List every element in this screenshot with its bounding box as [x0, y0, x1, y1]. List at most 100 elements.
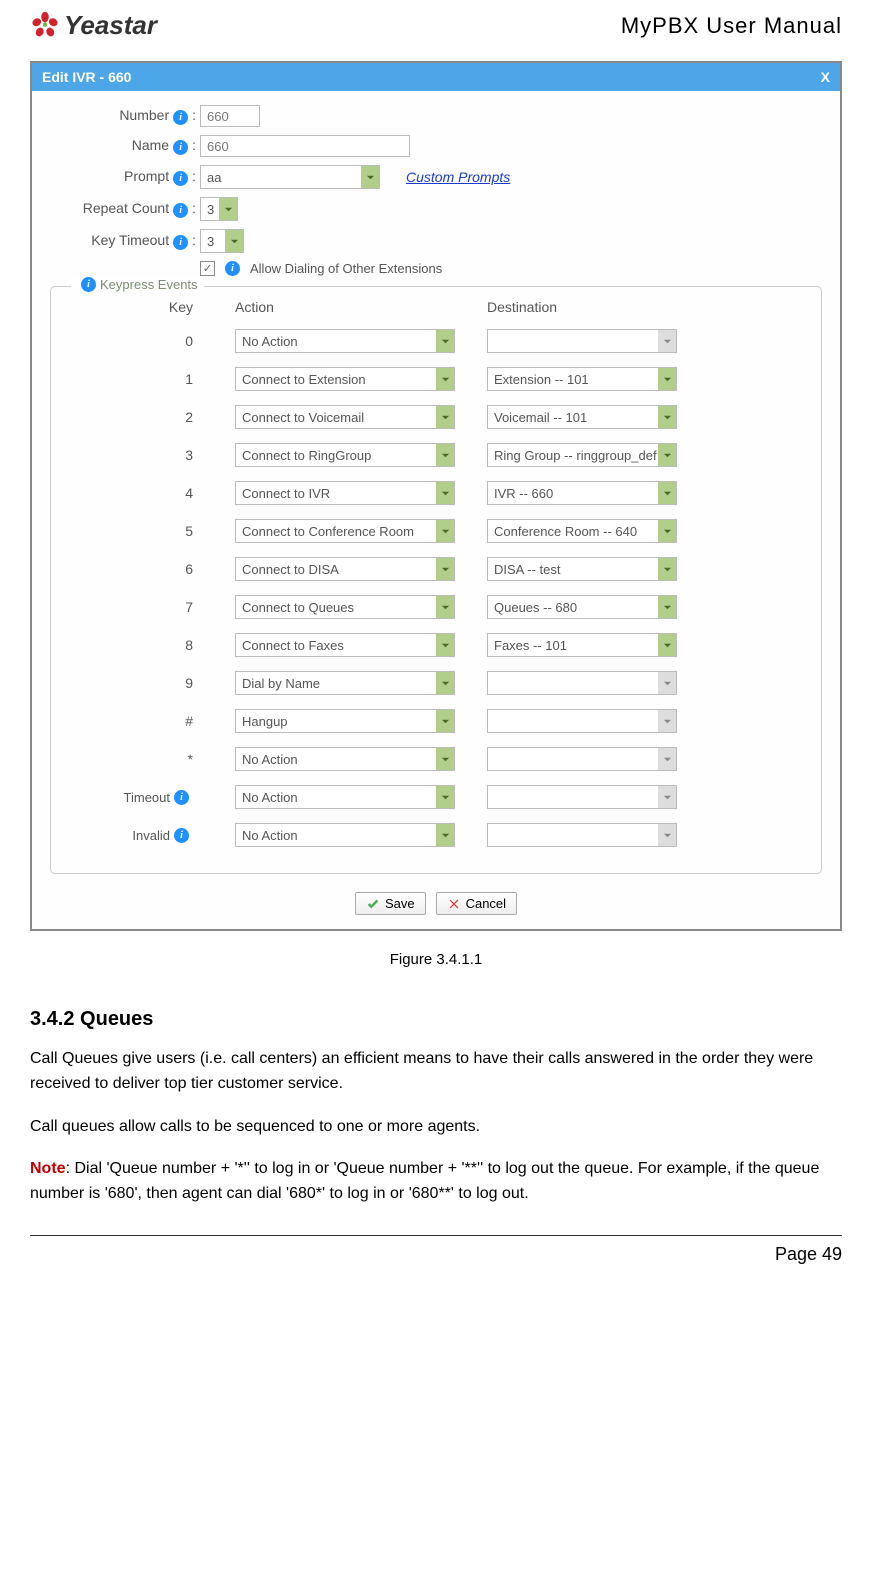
chevron-down-icon — [436, 786, 454, 808]
action-select[interactable]: Connect to IVR — [235, 481, 455, 505]
info-icon[interactable]: i — [173, 203, 188, 218]
destination-select[interactable]: IVR -- 660 — [487, 481, 677, 505]
chevron-down-icon — [658, 824, 676, 846]
action-select[interactable]: Hangup — [235, 709, 455, 733]
page-number: Page 49 — [30, 1244, 842, 1265]
col-key: Key — [63, 299, 213, 315]
body-paragraph-2: Call queues allow calls to be sequenced … — [30, 1115, 842, 1140]
action-select-value: Connect to Conference Room — [242, 524, 414, 539]
info-icon[interactable]: i — [174, 828, 189, 843]
key-timeout-select[interactable]: 3 — [200, 229, 244, 253]
brand-logo: Yeastar — [30, 10, 157, 41]
check-icon — [366, 897, 380, 911]
repeat-label: Repeat Count — [83, 200, 169, 216]
info-icon[interactable]: i — [173, 140, 188, 155]
info-icon[interactable]: i — [81, 277, 96, 292]
chevron-down-icon — [436, 596, 454, 618]
action-select[interactable]: Connect to RingGroup — [235, 443, 455, 467]
chevron-down-icon — [219, 198, 237, 220]
keypress-fieldset: i Keypress Events Key Action Destination… — [50, 286, 822, 874]
destination-select[interactable]: Voicemail -- 101 — [487, 405, 677, 429]
action-select-value: Connect to RingGroup — [242, 448, 371, 463]
info-icon[interactable]: i — [225, 261, 240, 276]
action-select[interactable]: Connect to DISA — [235, 557, 455, 581]
chevron-down-icon — [658, 520, 676, 542]
destination-select[interactable] — [487, 671, 677, 695]
action-select-value: No Action — [242, 334, 298, 349]
repeat-select-value: 3 — [207, 202, 214, 217]
destination-select[interactable]: Ring Group -- ringgroup_def — [487, 443, 677, 467]
key-label: 3 — [63, 447, 213, 463]
allow-dial-checkbox[interactable]: ✓ — [200, 261, 215, 276]
action-select[interactable]: Dial by Name — [235, 671, 455, 695]
info-icon[interactable]: i — [173, 235, 188, 250]
destination-select-value: IVR -- 660 — [494, 486, 553, 501]
destination-select[interactable]: DISA -- test — [487, 557, 677, 581]
chevron-down-icon — [436, 672, 454, 694]
destination-select[interactable] — [487, 329, 677, 353]
chevron-down-icon — [658, 444, 676, 466]
destination-select[interactable] — [487, 747, 677, 771]
chevron-down-icon — [658, 406, 676, 428]
custom-prompts-link[interactable]: Custom Prompts — [406, 169, 510, 185]
timeout-row-label: Timeout — [124, 790, 170, 805]
close-icon[interactable]: X — [821, 69, 830, 85]
repeat-select[interactable]: 3 — [200, 197, 238, 221]
destination-select[interactable] — [487, 709, 677, 733]
key-label: 1 — [63, 371, 213, 387]
info-icon[interactable]: i — [173, 110, 188, 125]
action-select[interactable]: Connect to Conference Room — [235, 519, 455, 543]
chevron-down-icon — [658, 672, 676, 694]
destination-select-value: Queues -- 680 — [494, 600, 577, 615]
destination-select-value: Faxes -- 101 — [494, 638, 567, 653]
destination-select[interactable]: Conference Room -- 640 — [487, 519, 677, 543]
key-label: # — [63, 713, 213, 729]
action-select-value: Connect to Queues — [242, 600, 354, 615]
panel-title-text: Edit IVR - 660 — [42, 69, 131, 85]
logo-text: Yeastar — [64, 10, 157, 41]
chevron-down-icon — [658, 786, 676, 808]
key-label: 5 — [63, 523, 213, 539]
keypress-row: # Hangup — [63, 709, 809, 733]
info-icon[interactable]: i — [174, 790, 189, 805]
chevron-down-icon — [436, 444, 454, 466]
figure-caption: Figure 3.4.1.1 — [30, 951, 842, 968]
cross-icon — [447, 897, 461, 911]
timeout-dest-select[interactable] — [487, 785, 677, 809]
chevron-down-icon — [436, 330, 454, 352]
key-label: 6 — [63, 561, 213, 577]
destination-select[interactable]: Faxes -- 101 — [487, 633, 677, 657]
action-select[interactable]: Connect to Faxes — [235, 633, 455, 657]
col-action: Action — [235, 299, 465, 315]
timeout-action-select[interactable]: No Action — [235, 785, 455, 809]
invalid-dest-select[interactable] — [487, 823, 677, 847]
info-icon[interactable]: i — [173, 171, 188, 186]
destination-select[interactable]: Queues -- 680 — [487, 595, 677, 619]
action-select[interactable]: Connect to Extension — [235, 367, 455, 391]
number-input[interactable] — [200, 105, 260, 127]
timeout-label: Key Timeout — [91, 232, 169, 248]
action-select-value: Connect to DISA — [242, 562, 339, 577]
chevron-down-icon — [658, 368, 676, 390]
cancel-button[interactable]: Cancel — [436, 892, 517, 915]
save-button[interactable]: Save — [355, 892, 426, 915]
destination-select[interactable]: Extension -- 101 — [487, 367, 677, 391]
invalid-action-select[interactable]: No Action — [235, 823, 455, 847]
page-rule — [30, 1235, 842, 1236]
action-select[interactable]: Connect to Queues — [235, 595, 455, 619]
destination-select-value: Voicemail -- 101 — [494, 410, 587, 425]
action-select[interactable]: Connect to Voicemail — [235, 405, 455, 429]
name-input[interactable] — [200, 135, 410, 157]
action-select[interactable]: No Action — [235, 747, 455, 771]
body-paragraph-1: Call Queues give users (i.e. call center… — [30, 1047, 842, 1097]
prompt-select-value: aa — [207, 170, 221, 185]
chevron-down-icon — [361, 166, 379, 188]
prompt-select[interactable]: aa — [200, 165, 380, 189]
chevron-down-icon — [436, 558, 454, 580]
keypress-row: 6 Connect to DISA DISA -- test — [63, 557, 809, 581]
prompt-label: Prompt — [124, 168, 169, 184]
invalid-action-value: No Action — [242, 828, 298, 843]
chevron-down-icon — [436, 710, 454, 732]
action-select[interactable]: No Action — [235, 329, 455, 353]
chevron-down-icon — [658, 634, 676, 656]
